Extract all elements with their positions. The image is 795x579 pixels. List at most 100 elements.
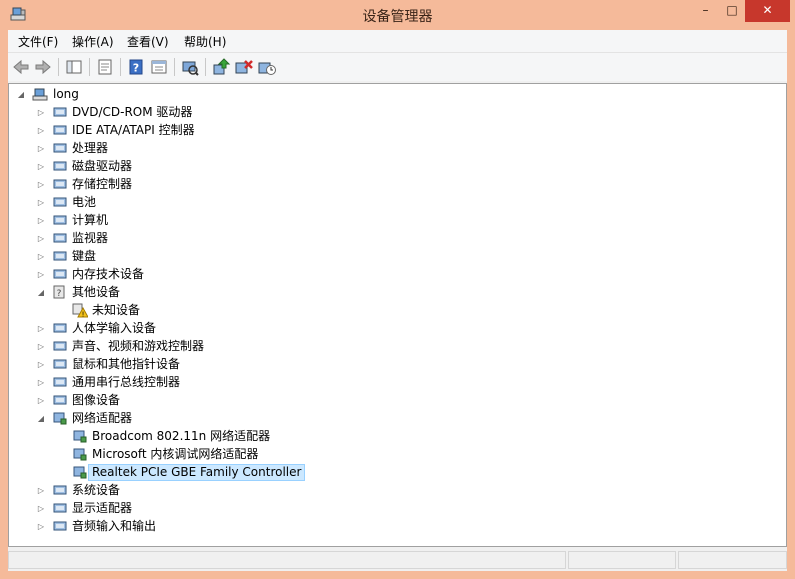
tree-device-label: 未知设备 [92, 303, 141, 317]
tree-category-label: 键盘 [72, 249, 97, 263]
device-category-icon [52, 230, 68, 246]
scan-hardware-icon[interactable] [180, 57, 200, 77]
network-adapter-icon [72, 428, 88, 444]
minimize-button[interactable]: – [692, 0, 719, 22]
device-category-icon [52, 356, 68, 372]
device-category-icon [52, 500, 68, 516]
expand-arrow-icon[interactable]: ▷ [36, 158, 46, 175]
tree-device-label: Broadcom 802.11n 网络适配器 [92, 429, 271, 443]
collapse-arrow-icon[interactable]: ◢ [16, 86, 26, 103]
menu-file[interactable]: 文件(F) [18, 33, 58, 50]
device-category-icon [52, 140, 68, 156]
device-category-icon [52, 104, 68, 120]
expand-arrow-icon[interactable]: ▷ [36, 482, 46, 499]
computer-icon [32, 86, 48, 102]
device-category-icon [52, 176, 68, 192]
help-icon[interactable]: ? [126, 57, 146, 77]
tree-category-label: 通用串行总线控制器 [72, 375, 181, 389]
title-bar[interactable]: 设备管理器 – □ ✕ [0, 0, 795, 30]
tree-category-label: DVD/CD-ROM 驱动器 [72, 105, 193, 119]
expand-arrow-icon[interactable]: ▷ [36, 392, 46, 409]
back-icon[interactable] [11, 57, 31, 77]
svg-text:?: ? [133, 62, 139, 75]
device-category-icon [52, 212, 68, 228]
tree-category-label: IDE ATA/ATAPI 控制器 [72, 123, 195, 137]
device-category-icon [52, 194, 68, 210]
device-category-icon [52, 392, 68, 408]
expand-arrow-icon[interactable]: ▷ [36, 518, 46, 535]
show-hide-tree-icon[interactable] [64, 57, 84, 77]
toolbar-separator [89, 58, 90, 76]
tree-category-label: 音频输入和输出 [72, 519, 157, 533]
expand-arrow-icon[interactable]: ▷ [36, 212, 46, 229]
device-category-icon [52, 320, 68, 336]
maximize-button[interactable]: □ [719, 0, 745, 22]
menu-action[interactable]: 操作(A) [72, 33, 114, 50]
tree-device-label: Microsoft 内核调试网络适配器 [92, 447, 259, 461]
tree-category-label: 鼠标和其他指针设备 [72, 357, 181, 371]
tree-category-label: 声音、视频和游戏控制器 [72, 339, 205, 353]
view-icon[interactable] [149, 57, 169, 77]
tree-category-label: 系统设备 [72, 483, 121, 497]
network-adapter-icon [72, 446, 88, 462]
device-category-icon [52, 248, 68, 264]
tree-category-label: 存储控制器 [72, 177, 133, 191]
device-category-icon: ? [52, 284, 68, 300]
expand-arrow-icon[interactable]: ▷ [36, 500, 46, 517]
device-category-icon [52, 338, 68, 354]
status-bar-pane [8, 551, 566, 569]
tree-category-label: 人体学输入设备 [72, 321, 157, 335]
collapse-arrow-icon[interactable]: ◢ [36, 284, 46, 301]
tree-category-label: 监视器 [72, 231, 109, 245]
tree-category-label: 计算机 [72, 213, 109, 227]
enable-device-icon[interactable] [257, 57, 277, 77]
menu-bar: 文件(F) 操作(A) 查看(V) 帮助(H) [8, 30, 787, 53]
expand-arrow-icon[interactable]: ▷ [36, 140, 46, 157]
tree-category-label: 处理器 [72, 141, 109, 155]
tree-category-label: 磁盘驱动器 [72, 159, 133, 173]
network-adapter-icon [72, 464, 88, 480]
expand-arrow-icon[interactable]: ▷ [36, 374, 46, 391]
device-tree[interactable]: ◢ long ▷ DVD/CD-ROM 驱动器 ▷ IDE ATA/ATAPI 控制器… [8, 83, 787, 547]
toolbar-separator [205, 58, 206, 76]
expand-arrow-icon[interactable]: ▷ [36, 104, 46, 121]
toolbar: ? [8, 53, 787, 81]
svg-text:!: ! [82, 311, 85, 319]
menu-view[interactable]: 查看(V) [127, 33, 169, 50]
forward-icon[interactable] [33, 57, 53, 77]
device-manager-window: 设备管理器 – □ ✕ 文件(F) 操作(A) 查看(V) 帮助(H) ? ◢ … [0, 0, 795, 579]
toolbar-separator [58, 58, 59, 76]
status-bar-pane [678, 551, 787, 569]
warning-device-icon: ! [72, 302, 88, 318]
close-button[interactable]: ✕ [745, 0, 790, 22]
expand-arrow-icon[interactable]: ▷ [36, 338, 46, 355]
window-title: 设备管理器 [362, 9, 433, 25]
expand-arrow-icon[interactable]: ▷ [36, 176, 46, 193]
device-category-icon [52, 410, 68, 426]
tree-category-label: 电池 [72, 195, 97, 209]
update-driver-icon[interactable] [211, 57, 231, 77]
menu-help[interactable]: 帮助(H) [184, 33, 226, 50]
toolbar-separator [120, 58, 121, 76]
expand-arrow-icon[interactable]: ▷ [36, 194, 46, 211]
tree-category-label: 显示适配器 [72, 501, 133, 515]
properties-icon[interactable] [95, 57, 115, 77]
status-bar [8, 549, 787, 571]
expand-arrow-icon[interactable]: ▷ [36, 230, 46, 247]
device-category-icon [52, 266, 68, 282]
expand-arrow-icon[interactable]: ▷ [36, 266, 46, 283]
uninstall-icon[interactable] [234, 57, 254, 77]
device-category-icon [52, 122, 68, 138]
toolbar-separator [174, 58, 175, 76]
expand-arrow-icon[interactable]: ▷ [36, 248, 46, 265]
expand-arrow-icon[interactable]: ▷ [36, 356, 46, 373]
device-category-icon [52, 518, 68, 534]
collapse-arrow-icon[interactable]: ◢ [36, 410, 46, 427]
expand-arrow-icon[interactable]: ▷ [36, 122, 46, 139]
tree-category-label: 图像设备 [72, 393, 121, 407]
status-bar-pane [568, 551, 676, 569]
expand-arrow-icon[interactable]: ▷ [36, 320, 46, 337]
svg-text:?: ? [57, 289, 62, 299]
tree-category-label: 内存技术设备 [72, 267, 145, 281]
client-area: 文件(F) 操作(A) 查看(V) 帮助(H) ? ◢ long ▷ DVD/C… [8, 30, 787, 571]
